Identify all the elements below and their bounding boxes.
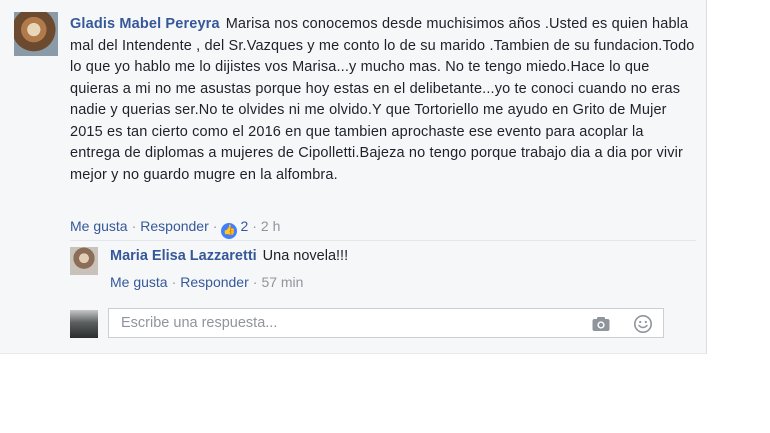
reply-comment: Maria Elisa Lazzaretti Una novela!!!	[110, 248, 348, 264]
reply-text: Una novela!!!	[262, 248, 349, 264]
thumbs-up-icon[interactable]: 👍	[221, 223, 238, 239]
reply-link[interactable]: Responder	[140, 218, 209, 234]
like-link[interactable]: Me gusta	[70, 218, 128, 234]
camera-icon[interactable]	[591, 314, 611, 334]
current-user-avatar	[70, 310, 98, 338]
emoji-icon[interactable]	[633, 314, 653, 334]
reply-actions: Me gusta · Responder · 57 min	[110, 274, 303, 290]
reply-timestamp[interactable]: 57 min	[261, 274, 303, 290]
reply-like-link[interactable]: Me gusta	[110, 274, 168, 290]
reply-reply-link[interactable]: Responder	[180, 274, 249, 290]
separator: ·	[252, 274, 258, 290]
comment-actions: Me gusta · Responder · 👍 2 · 2 h	[70, 218, 280, 239]
comment-author-link[interactable]: Gladis Mabel Pereyra	[70, 16, 220, 32]
timestamp[interactable]: 2 h	[261, 218, 280, 234]
avatar[interactable]	[14, 12, 58, 56]
comment-text: Marisa nos conocemos desde muchisimos añ…	[70, 16, 695, 183]
divider	[70, 240, 696, 241]
comments-panel: Gladis Mabel Pereyra Marisa nos conocemos…	[0, 0, 707, 354]
reaction-count[interactable]: 2	[240, 218, 248, 234]
reply-input[interactable]	[119, 314, 583, 332]
separator: ·	[212, 218, 218, 234]
separator: ·	[252, 218, 257, 234]
reply-avatar[interactable]	[70, 247, 98, 275]
reply-composer[interactable]	[108, 308, 664, 338]
separator: ·	[131, 218, 137, 234]
reply-author-link[interactable]: Maria Elisa Lazzaretti	[110, 248, 257, 264]
separator: ·	[171, 274, 177, 290]
comment: Gladis Mabel Pereyra Marisa nos conocemos…	[70, 14, 695, 186]
